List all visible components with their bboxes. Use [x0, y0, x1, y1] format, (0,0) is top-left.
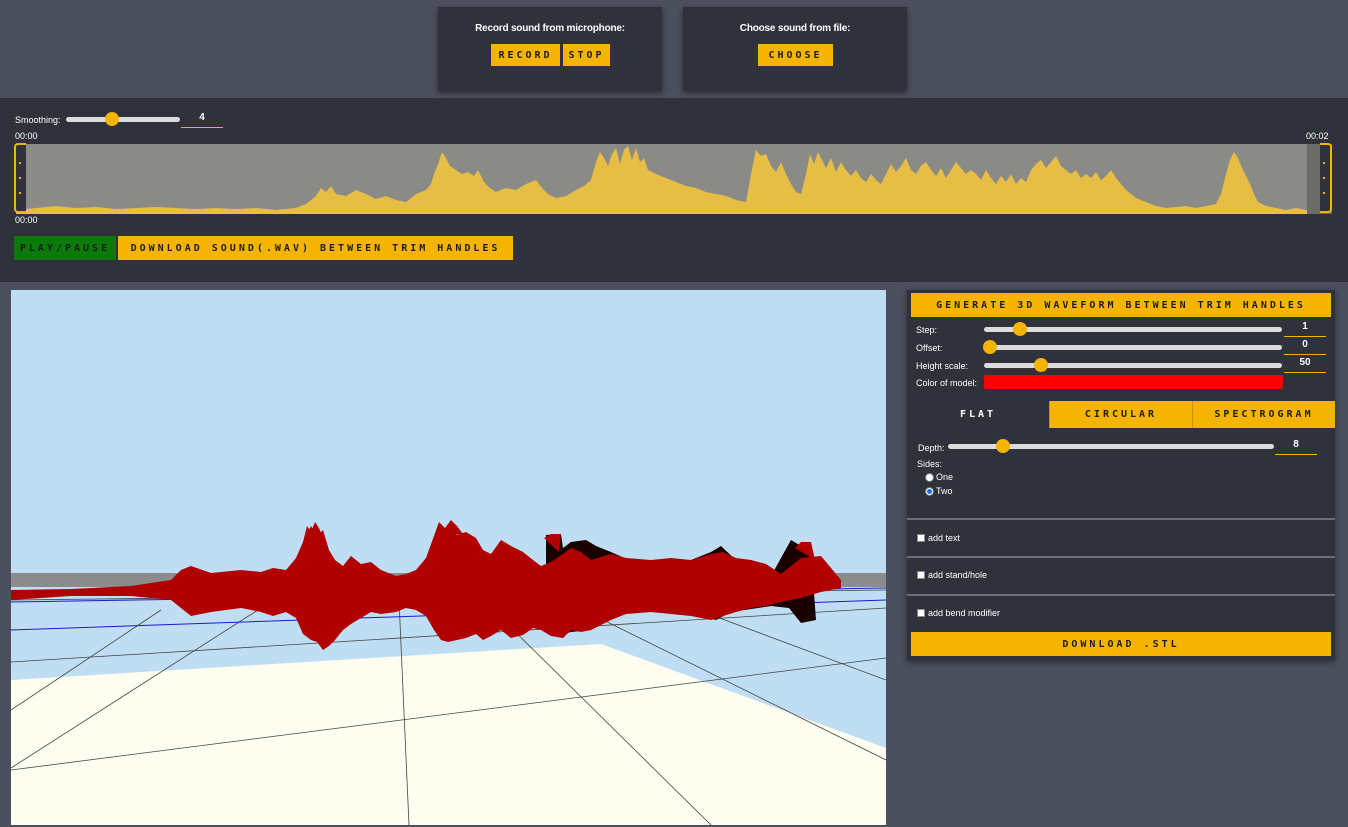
smoothing-slider-thumb[interactable] [104, 112, 119, 126]
smoothing-value-field[interactable]: 4 [181, 112, 223, 128]
smoothing-slider-track [66, 117, 180, 122]
sides-two-label: Two [936, 486, 953, 496]
mode-tabs: FLAT CIRCULAR SPECTROGRAM [907, 401, 1335, 428]
offset-slider-thumb[interactable] [982, 340, 997, 354]
step-value-field[interactable]: 1 [1284, 321, 1326, 337]
step-label: Step: [916, 325, 938, 335]
step-slider-thumb[interactable] [1012, 322, 1027, 336]
depth-slider-thumb[interactable] [996, 439, 1011, 453]
3d-scene [11, 520, 886, 825]
stop-button[interactable]: STOP [563, 44, 610, 66]
choose-file-button[interactable]: CHOOSE [758, 44, 833, 66]
offset-value-field[interactable]: 0 [1284, 339, 1326, 355]
download-wav-button[interactable]: DOWNLOAD SOUND(.WAV) BETWEEN TRIM HANDLE… [118, 236, 513, 260]
record-card: Record sound from microphone: RECORD STO… [438, 7, 662, 91]
add-bend-label: add bend modifier [928, 608, 1001, 618]
sides-two-radio[interactable]: Two [925, 486, 953, 496]
depth-slider[interactable] [948, 437, 1274, 455]
waveform-model [11, 526, 841, 650]
add-stand-checkbox-box[interactable] [917, 571, 925, 579]
tab-flat[interactable]: FLAT [907, 401, 1049, 428]
offset-label: Offset: [916, 343, 943, 353]
depth-value-field[interactable]: 8 [1275, 439, 1317, 455]
add-stand-checkbox[interactable]: add stand/hole [917, 570, 987, 580]
divider-2 [907, 556, 1335, 558]
file-card-title: Choose sound from file: [739, 23, 851, 34]
floor-plane [11, 644, 886, 825]
add-stand-label: add stand/hole [928, 570, 988, 580]
trim-handle-left-grip [19, 162, 21, 164]
waveform-area [16, 146, 1332, 214]
height-scale-label: Height scale: [916, 361, 969, 371]
color-of-model-label: Color of model: [916, 378, 978, 388]
sides-one-label: One [936, 472, 954, 482]
tab-circular[interactable]: CIRCULAR [1049, 401, 1192, 428]
smoothing-label: Smoothing: [15, 115, 61, 125]
add-text-label: add text [928, 533, 961, 543]
add-text-checkbox-box[interactable] [917, 534, 925, 542]
download-stl-button[interactable]: DOWNLOAD .STL [911, 632, 1331, 656]
time-start-top: 00:00 [15, 131, 38, 141]
waveform-display[interactable] [16, 144, 1332, 214]
model-color-picker[interactable] [984, 375, 1283, 389]
step-slider[interactable] [984, 320, 1282, 338]
trim-handle-right[interactable] [1320, 143, 1332, 213]
top-bar: Record sound from microphone: RECORD STO… [0, 0, 1348, 98]
play-pause-button[interactable]: PLAY/PAUSE [14, 236, 116, 260]
file-card: Choose sound from file: CHOOSE [683, 7, 907, 91]
height-scale-slider[interactable] [984, 356, 1282, 374]
sides-label: Sides: [917, 459, 943, 469]
model-controls-panel: GENERATE 3D WAVEFORM BETWEEN TRIM HANDLE… [907, 290, 1335, 660]
add-bend-checkbox-box[interactable] [917, 609, 925, 617]
tab-spectrogram[interactable]: SPECTROGRAM [1192, 401, 1335, 428]
divider-3 [907, 594, 1335, 596]
sides-two-radio-circle[interactable] [925, 486, 934, 496]
divider-1 [907, 518, 1335, 520]
record-card-title: Record sound from microphone: [475, 23, 625, 34]
depth-label: Depth: [918, 443, 945, 453]
time-end: 00:02 [1306, 131, 1329, 141]
waveform-graph [16, 144, 1332, 214]
trim-handle-left[interactable] [14, 143, 26, 213]
offset-slider[interactable] [982, 338, 1282, 356]
sides-one-radio-circle[interactable] [925, 472, 934, 482]
add-bend-checkbox[interactable]: add bend modifier [917, 608, 1000, 618]
3d-viewport[interactable] [11, 290, 886, 825]
generate-3d-button[interactable]: GENERATE 3D WAVEFORM BETWEEN TRIM HANDLE… [911, 293, 1331, 317]
height-scale-value-field[interactable]: 50 [1284, 357, 1326, 373]
add-text-checkbox[interactable]: add text [917, 533, 960, 543]
smoothing-slider[interactable] [66, 110, 180, 128]
trim-handle-right-grip [1323, 162, 1325, 164]
sides-one-radio[interactable]: One [925, 472, 953, 482]
record-button[interactable]: RECORD [491, 44, 560, 66]
height-scale-slider-thumb[interactable] [1033, 358, 1048, 372]
time-start-bottom: 00:00 [15, 215, 38, 225]
